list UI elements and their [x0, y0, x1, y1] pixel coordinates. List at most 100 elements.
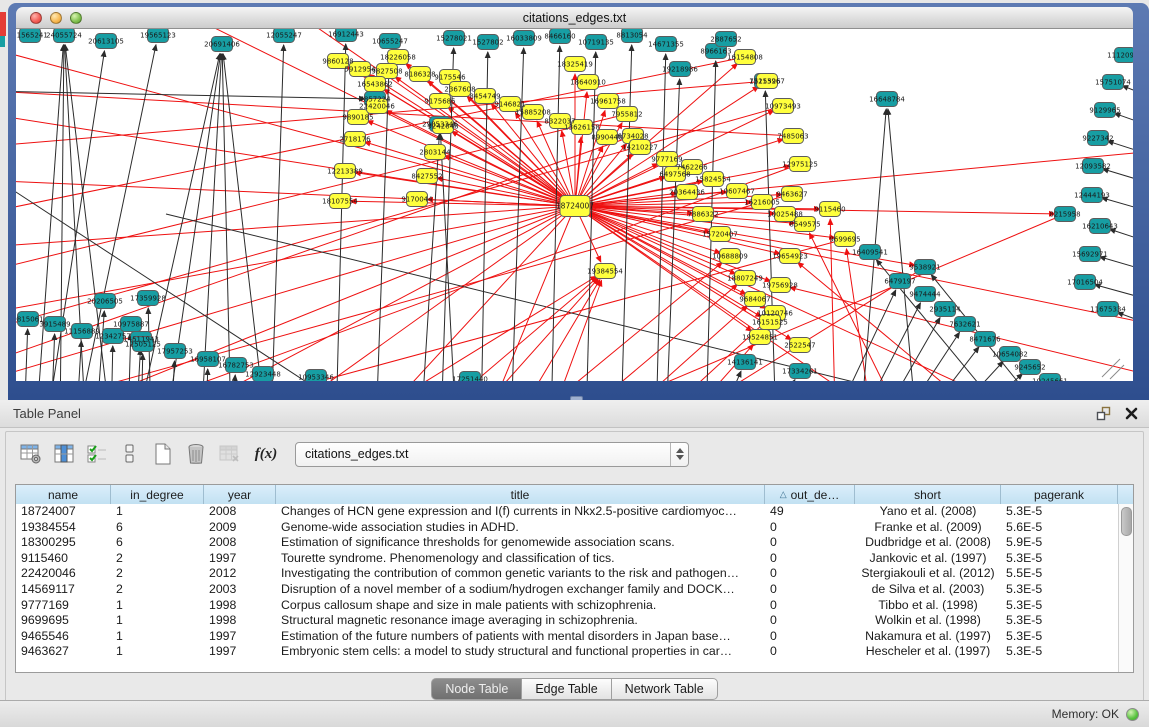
memory-status-label: Memory: OK — [1052, 707, 1119, 721]
delete-attribute-icon — [184, 442, 208, 466]
column-header-out_degree[interactable]: △out_de… — [765, 485, 855, 504]
column-width-button[interactable] — [115, 440, 145, 468]
scrollbar-thumb[interactable] — [1121, 507, 1132, 536]
delete-table-button — [214, 440, 244, 468]
graph-node-label: 19565123 — [140, 32, 176, 40]
cell-in_degree: 6 — [111, 520, 204, 536]
network-select-dropdown[interactable]: citations_edges.txt — [295, 442, 689, 467]
graph-node-label: 9463627 — [776, 191, 807, 199]
close-panel-button[interactable] — [1121, 405, 1141, 423]
status-bar: Memory: OK — [0, 700, 1149, 727]
graph-node-label: 18807249 — [727, 275, 763, 283]
cell-pagerank: 5.3E-5 — [1001, 551, 1118, 567]
graph-node-label: 10245661 — [1032, 378, 1068, 382]
tab-network-table[interactable]: Network Table — [612, 678, 718, 700]
cell-pagerank: 5.3E-5 — [1001, 644, 1118, 660]
graph-node-label: 10719135 — [578, 39, 614, 47]
table-row[interactable]: 1872400712008Changes of HCN gene express… — [16, 504, 1118, 520]
network-canvas[interactable]: 1872400711565241240557242061310519565123… — [16, 29, 1133, 381]
table-tabbar: Node TableEdge TableNetwork Table — [6, 678, 1143, 700]
graph-node-label: 11675334 — [1090, 306, 1126, 314]
cell-in_degree: 6 — [111, 535, 204, 551]
cell-title: Investigating the contribution of common… — [276, 566, 765, 582]
select-attributes-button[interactable] — [82, 440, 112, 468]
cell-in_degree: 1 — [111, 644, 204, 660]
cell-title: Embryonic stem cells: a model to study s… — [276, 644, 765, 660]
table-row[interactable]: 911546021997Tourette syndrome. Phenomeno… — [16, 551, 1118, 567]
cell-out_degree: 0 — [765, 598, 855, 614]
table-row[interactable]: 1830029562008Estimation of significance … — [16, 535, 1118, 551]
network-graph[interactable]: 1872400711565241240557242061310519565123… — [16, 29, 1133, 381]
graph-node-label: 20691406 — [204, 41, 240, 49]
graph-node-label: 20613105 — [88, 38, 124, 46]
cell-in_degree: 1 — [111, 629, 204, 645]
graph-node-label: 14136141 — [727, 359, 763, 367]
function-builder-button[interactable]: f(x) — [251, 440, 281, 468]
graph-node-label: 8549575 — [789, 221, 820, 229]
graph-node-label: 16210643 — [1082, 223, 1118, 231]
table-settings-button[interactable] — [16, 440, 46, 468]
float-panel-button[interactable] — [1093, 405, 1113, 423]
network-window[interactable]: citations_edges.txt 18724007115652412405… — [8, 3, 1149, 400]
table-row[interactable]: 977716911998Corpus callosum shape and si… — [16, 598, 1118, 614]
graph-node-label: 8813054 — [616, 32, 648, 40]
table-row[interactable]: 1456911722003Disruption of a novel membe… — [16, 582, 1118, 598]
graph-node-label: 9474444 — [909, 291, 941, 299]
table-row[interactable]: 946554611997Estimation of the future num… — [16, 629, 1118, 645]
graph-node-label: 19654923 — [772, 253, 808, 261]
column-header-title[interactable]: title — [276, 485, 765, 504]
cell-in_degree: 1 — [111, 598, 204, 614]
cell-short: Yano et al. (2008) — [855, 504, 1001, 520]
column-header-label: year — [228, 488, 251, 502]
vertical-scrollbar[interactable] — [1118, 504, 1133, 672]
table-header-row: namein_degree year title△out_de…shortpager… — [16, 485, 1133, 505]
show-columns-button[interactable] — [49, 440, 79, 468]
table-panel: Table Panel f(x)citations_edges.txt name… — [0, 400, 1149, 727]
graph-node-label: 9170044 — [401, 196, 433, 204]
cell-year: 2012 — [204, 566, 276, 582]
tab-edge-table[interactable]: Edge Table — [522, 678, 611, 700]
cell-name: 19384554 — [16, 520, 111, 536]
cell-name: 9465546 — [16, 629, 111, 645]
graph-node-label: 13626158 — [564, 124, 600, 132]
graph-node-label: 10025488 — [767, 211, 803, 219]
table-row[interactable]: 946362711997Embryonic stem cells: a mode… — [16, 644, 1118, 660]
column-header-pagerank[interactable]: pagerank — [1001, 485, 1118, 504]
column-header-year[interactable]: year — [204, 485, 276, 504]
cell-year: 1997 — [204, 644, 276, 660]
graph-node-label: 8466160 — [544, 33, 575, 41]
graph-node-label: 2935114 — [929, 306, 961, 314]
graph-node-label: 10953346 — [298, 374, 334, 382]
column-width-icon — [118, 442, 142, 466]
cell-name: 14569117 — [16, 582, 111, 598]
graph-node-label: 7485063 — [777, 133, 808, 141]
graph-node-label: 9684067 — [739, 296, 770, 304]
table-row[interactable]: 2242004622012Investigating the contribut… — [16, 566, 1118, 582]
table-row[interactable]: 1938455462009Genome-wide association stu… — [16, 520, 1118, 536]
graph-node-label: 15720407 — [702, 231, 738, 239]
cell-short: Nakamura et al. (1997) — [855, 629, 1001, 645]
graph-node-label: 12213389 — [327, 168, 363, 176]
memory-status-indicator-icon — [1126, 708, 1139, 721]
cell-title: Disruption of a novel member of a sodium… — [276, 582, 765, 598]
column-header-name[interactable]: name — [16, 485, 111, 504]
column-header-short[interactable]: short — [855, 485, 1001, 504]
cell-name: 9699695 — [16, 613, 111, 629]
graph-node-label: 9245652 — [1014, 364, 1045, 372]
graph-node-label: 12093582 — [1075, 163, 1111, 171]
cell-title: Estimation of the future numbers of pati… — [276, 629, 765, 645]
table-row[interactable]: 969969511998Structural magnetic resonanc… — [16, 613, 1118, 629]
network-window-titlebar[interactable]: citations_edges.txt — [16, 7, 1133, 29]
background-node-fragment — [0, 12, 6, 36]
graph-node-label: 17334261 — [782, 368, 818, 376]
table-toolbar: f(x) citations_edges.txt — [6, 432, 1143, 476]
graph-node-label: 9538921 — [909, 264, 940, 272]
graph-node-label: 10973493 — [765, 103, 801, 111]
graph-node-label: 9146821 — [494, 101, 525, 109]
graph-node-label: 12213967 — [749, 78, 785, 86]
new-attribute-button[interactable] — [148, 440, 178, 468]
tab-node-table[interactable]: Node Table — [431, 678, 522, 700]
column-header-in_degree[interactable]: in_degree — [111, 485, 204, 504]
delete-attribute-button[interactable] — [181, 440, 211, 468]
graph-node-label: 17251440 — [452, 376, 488, 382]
